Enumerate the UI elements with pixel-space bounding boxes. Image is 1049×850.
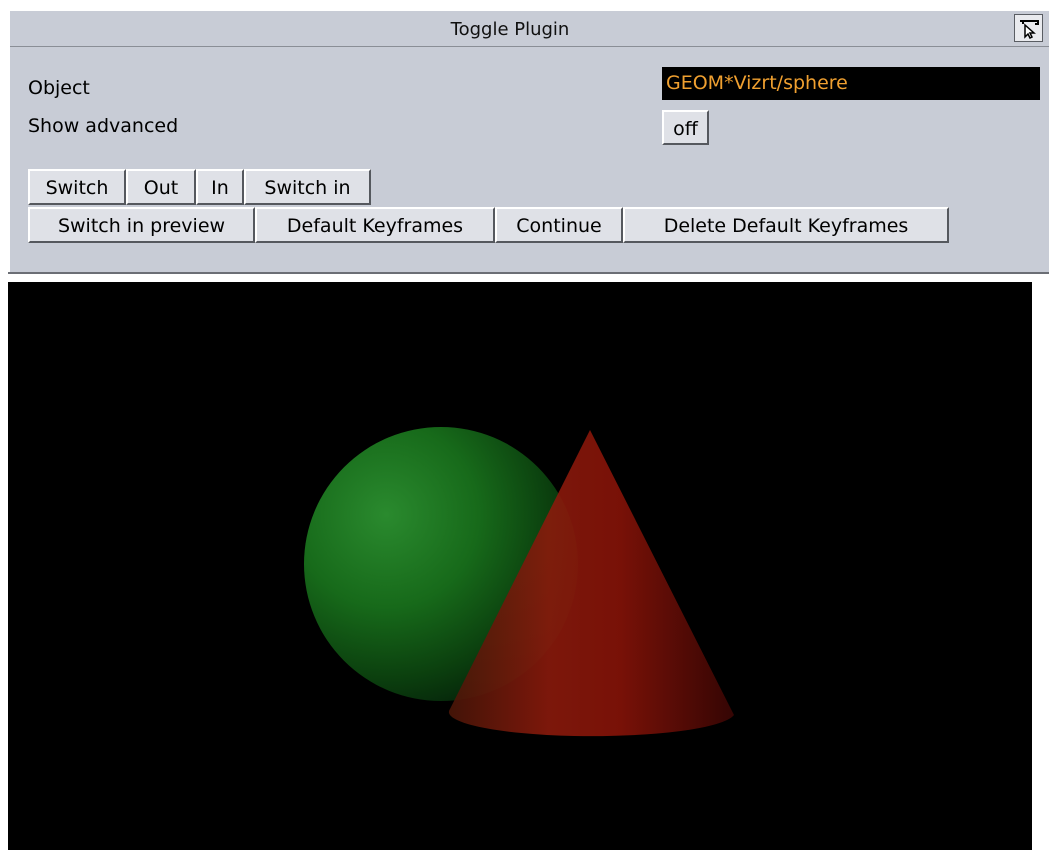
object-field[interactable]: GEOM*Vizrt/sphere	[662, 67, 1040, 100]
in-button[interactable]: In	[196, 169, 244, 205]
show-advanced-toggle[interactable]: off	[662, 110, 709, 145]
scene-render	[304, 427, 734, 737]
object-label: Object	[28, 77, 90, 99]
out-button[interactable]: Out	[126, 169, 196, 205]
switch-in-button[interactable]: Switch in	[244, 169, 371, 205]
delete-default-keyframes-button[interactable]: Delete Default Keyframes	[623, 207, 949, 243]
help-button[interactable]	[1014, 14, 1043, 42]
panel-title-bar: Toggle Plugin	[10, 11, 1049, 47]
toggle-plugin-panel: Toggle Plugin Object GEOM*Vizrt/sphere S…	[8, 9, 1049, 273]
default-keyframes-button[interactable]: Default Keyframes	[255, 207, 495, 243]
panel-bottom-border	[8, 272, 1049, 274]
switch-in-preview-button[interactable]: Switch in preview	[28, 207, 255, 243]
panel-title: Toggle Plugin	[450, 19, 570, 40]
help-cursor-icon	[1020, 20, 1039, 40]
switch-button[interactable]: Switch	[28, 169, 126, 205]
show-advanced-label: Show advanced	[28, 115, 179, 137]
render-viewport[interactable]	[8, 282, 1032, 850]
continue-button[interactable]: Continue	[495, 207, 623, 243]
